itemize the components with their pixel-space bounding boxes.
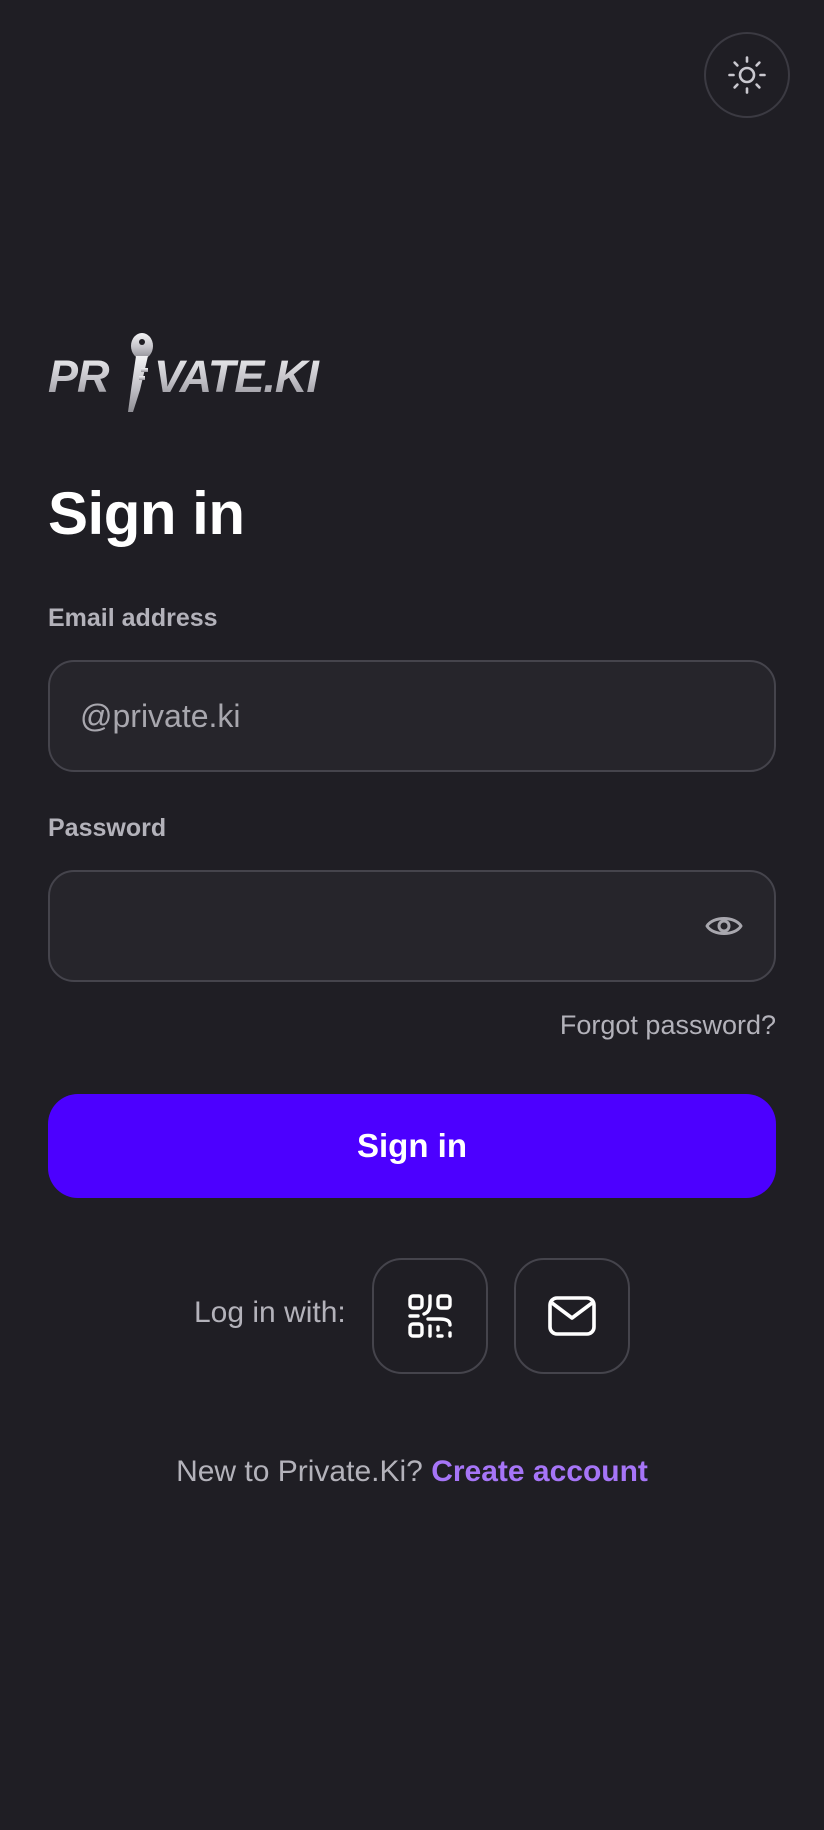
qr-login-button[interactable] (372, 1258, 488, 1374)
eye-icon (705, 917, 743, 935)
email-login-button[interactable] (514, 1258, 630, 1374)
sign-in-button[interactable]: Sign in (48, 1094, 776, 1198)
svg-text:VATE.KI: VATE.KI (154, 351, 320, 402)
show-password-button[interactable] (700, 902, 748, 950)
qr-code-icon (408, 1294, 452, 1338)
theme-toggle-button[interactable] (704, 32, 790, 118)
email-input[interactable] (80, 662, 680, 770)
envelope-icon (548, 1296, 596, 1336)
forgot-password-link[interactable]: Forgot password? (560, 1010, 776, 1041)
create-account-link[interactable]: Create account (431, 1455, 648, 1488)
password-field-container[interactable] (48, 870, 776, 982)
email-field-container[interactable] (48, 660, 776, 772)
sun-icon (728, 56, 766, 94)
log-in-with-label: Log in with: (194, 1296, 346, 1329)
signup-prompt: New to Private.Ki? Create account (0, 1455, 824, 1489)
svg-text:PR: PR (48, 351, 110, 402)
password-input[interactable] (80, 872, 680, 980)
page-title: Sign in (48, 480, 245, 547)
password-label: Password (48, 814, 167, 842)
private-ki-logo: PR VATE.KI (48, 333, 321, 412)
email-label: Email address (48, 604, 218, 632)
signup-prompt-text: New to Private.Ki? (176, 1455, 423, 1488)
